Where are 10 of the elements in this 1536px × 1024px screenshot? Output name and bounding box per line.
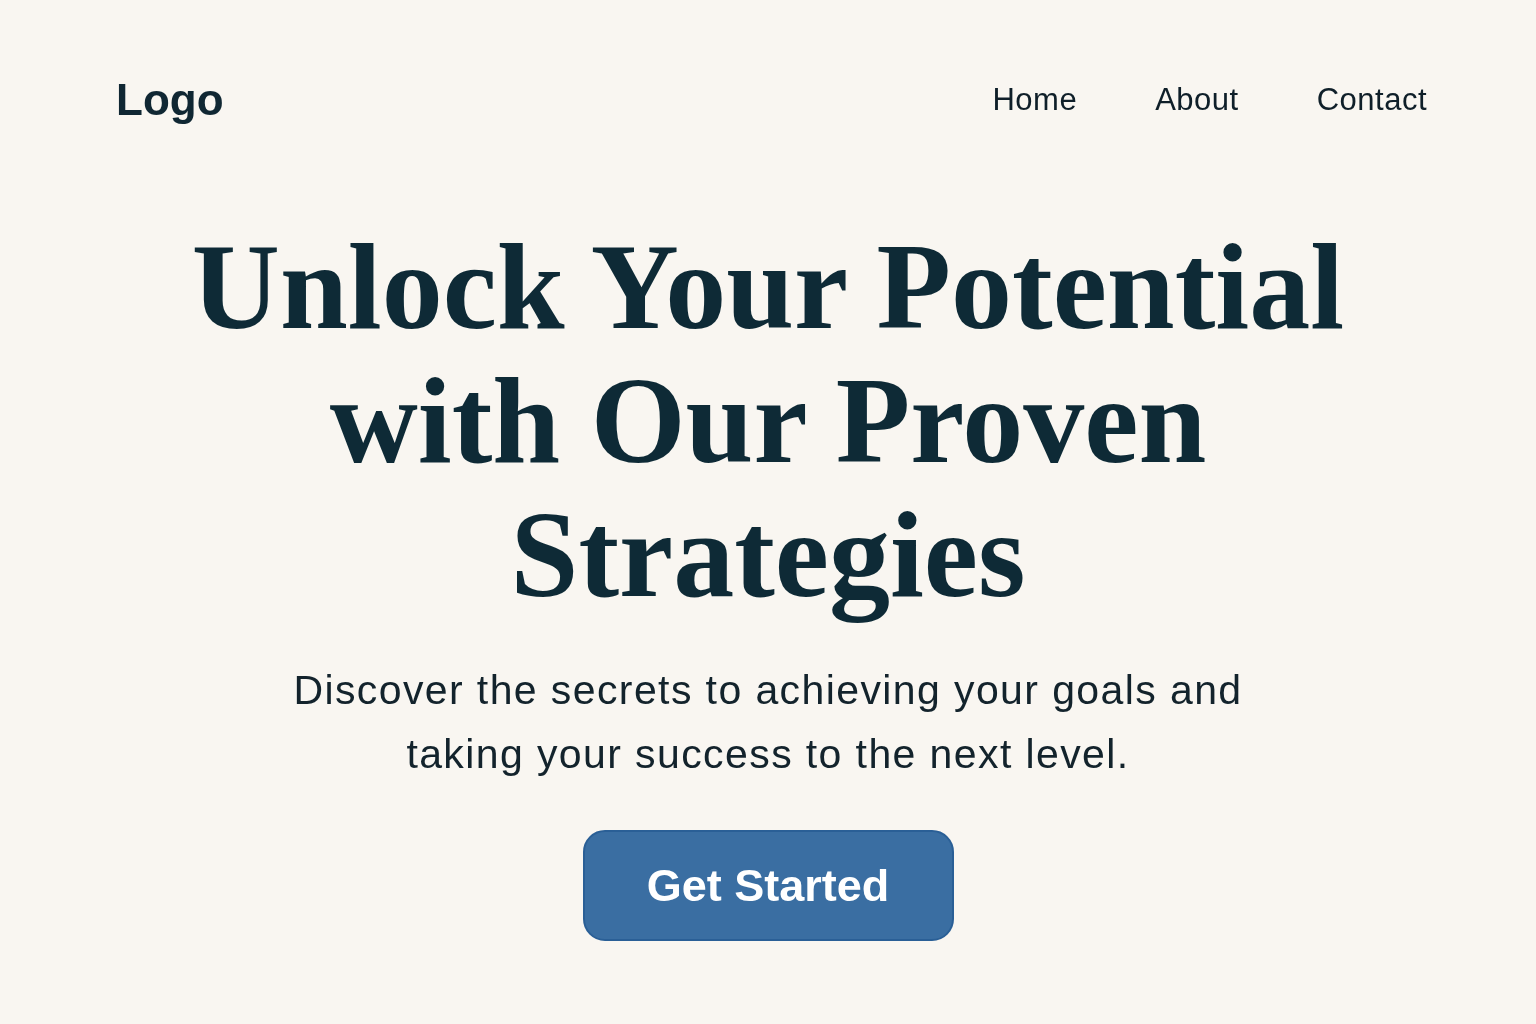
- subtitle: Discover the secrets to achieving your goals and: [293, 666, 1243, 715]
- nav-link[interactable]: Home: [992, 80, 1078, 120]
- subtitle: taking your success to the next level.: [406, 730, 1130, 779]
- logo[interactable]: Logo: [116, 72, 224, 128]
- nav-link[interactable]: Contact: [1316, 80, 1427, 120]
- get-started-button[interactable]: Get Started: [582, 830, 954, 941]
- headline: Strategies: [510, 488, 1026, 622]
- headline: with Our Proven: [329, 354, 1207, 488]
- nav-link[interactable]: About: [1155, 80, 1239, 120]
- headline: Unlock Your Potential: [191, 220, 1345, 354]
